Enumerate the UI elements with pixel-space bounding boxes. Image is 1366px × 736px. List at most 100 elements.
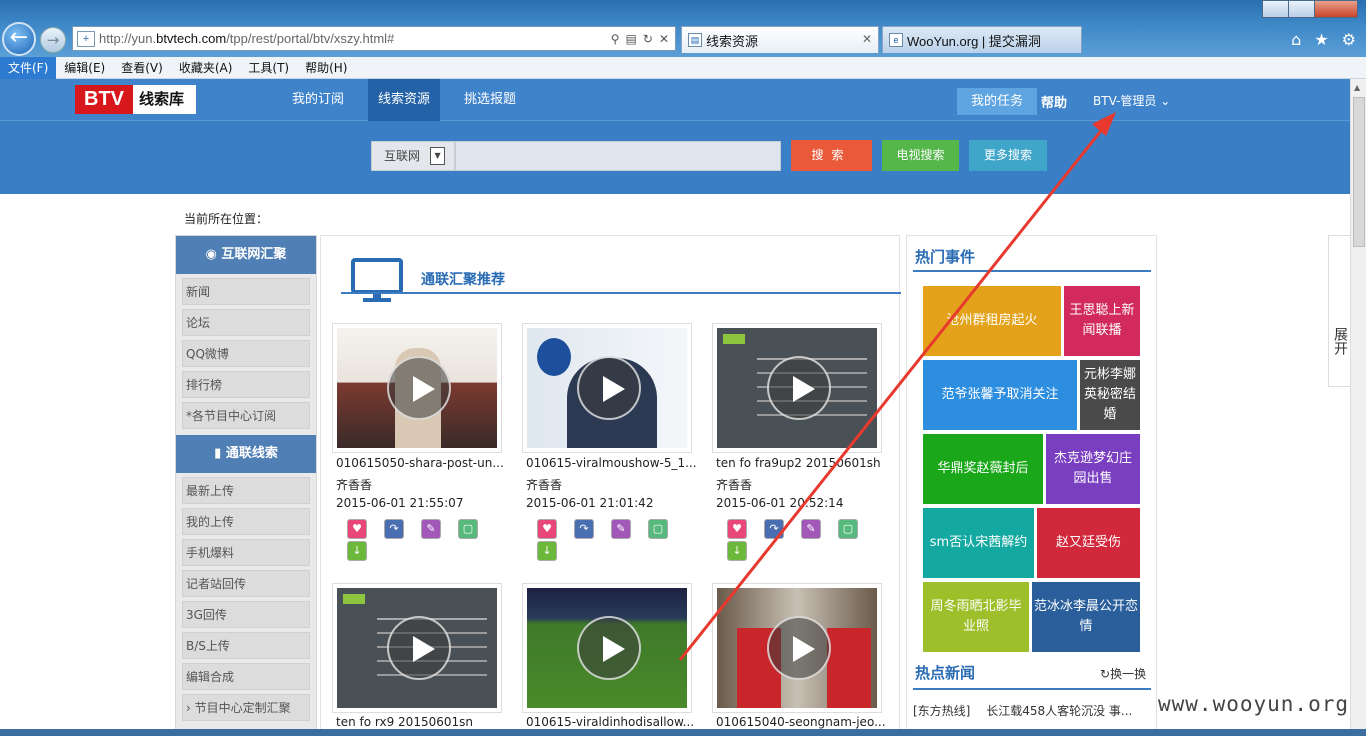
video-thumbnail[interactable]	[717, 588, 877, 708]
sidebar-item-program-subscription[interactable]: *各节目中心订阅	[182, 402, 310, 429]
chevron-down-icon[interactable]: ▼	[430, 146, 446, 165]
edit-icon[interactable]: ✎	[801, 519, 821, 539]
edit-icon[interactable]: ✎	[611, 519, 631, 539]
play-icon[interactable]	[767, 616, 831, 680]
minimize-button[interactable]	[1262, 0, 1289, 18]
download-icon[interactable]: ↓	[727, 541, 747, 561]
user-menu[interactable]: BTV-管理员 ⌄	[1093, 92, 1170, 109]
help-link[interactable]: 帮助	[1041, 92, 1067, 111]
logo[interactable]: BTV 线索库	[75, 85, 196, 114]
video-card[interactable]	[332, 583, 502, 713]
video-card[interactable]	[522, 323, 692, 453]
video-card[interactable]	[332, 323, 502, 453]
forward-button[interactable]: →	[40, 27, 66, 53]
video-thumbnail[interactable]	[527, 588, 687, 708]
stop-icon[interactable]: ✕	[659, 32, 669, 46]
hot-tile[interactable]: 范爷张馨予取消关注	[923, 360, 1077, 430]
sidebar-item-my-upload[interactable]: 我的上传	[182, 508, 310, 535]
sidebar-item-qq-weibo[interactable]: QQ微博	[182, 340, 310, 367]
tab-active[interactable]: ▤ 线索资源 ✕	[681, 26, 879, 53]
nav-my-subscription[interactable]: 我的订阅	[282, 79, 354, 121]
video-card[interactable]	[712, 583, 882, 713]
news-item[interactable]: [东方热线] 长江载458人客轮沉没 事...	[913, 702, 1132, 719]
video-thumbnail[interactable]	[337, 588, 497, 708]
copy-icon[interactable]: ▢	[838, 519, 858, 539]
sidebar-item-custom-aggregation[interactable]: › 节目中心定制汇聚	[182, 694, 310, 721]
menu-help[interactable]: 帮助(H)	[297, 57, 355, 79]
compat-icon[interactable]: ▤	[626, 32, 637, 46]
hot-tile[interactable]: 沧州群租房起火	[923, 286, 1061, 356]
video-card[interactable]	[712, 323, 882, 453]
play-icon[interactable]	[767, 356, 831, 420]
tab-wooyun[interactable]: e WooYun.org | 提交漏洞	[882, 26, 1082, 53]
my-task-button[interactable]: 我的任务	[957, 88, 1037, 115]
refresh-news-button[interactable]: ↻换一换	[1100, 665, 1146, 682]
sidebar-item-ranking[interactable]: 排行榜	[182, 371, 310, 398]
download-icon[interactable]: ↓	[537, 541, 557, 561]
video-title[interactable]: 010615-viralmoushow-5_1...	[526, 456, 701, 470]
copy-icon[interactable]: ▢	[458, 519, 478, 539]
video-title[interactable]: ten fo fra9up2 20150601sh	[716, 456, 891, 470]
menu-view[interactable]: 查看(V)	[113, 57, 171, 79]
favorite-icon[interactable]: ♥	[347, 519, 367, 539]
video-title[interactable]: 010615040-seongnam-jeo...	[716, 715, 891, 729]
video-thumbnail[interactable]	[337, 328, 497, 448]
search-input[interactable]	[455, 140, 781, 171]
menu-tools[interactable]: 工具(T)	[240, 57, 297, 79]
copy-icon[interactable]: ▢	[648, 519, 668, 539]
play-icon[interactable]	[577, 616, 641, 680]
hot-tile[interactable]: sm否认宋茜解约	[923, 508, 1034, 578]
hot-tile[interactable]: 赵又廷受伤	[1037, 508, 1140, 578]
nav-pick-topics[interactable]: 挑选报题	[454, 79, 526, 121]
play-icon[interactable]	[387, 616, 451, 680]
sidebar-item-news[interactable]: 新闻	[182, 278, 310, 305]
sidebar-item-bs-upload[interactable]: B/S上传	[182, 632, 310, 659]
share-icon[interactable]: ↷	[764, 519, 784, 539]
url-text[interactable]: http://yun.btvtech.com/tpp/rest/portal/b…	[99, 31, 611, 46]
menu-edit[interactable]: 编辑(E)	[56, 57, 113, 79]
sidebar-item-edit-compose[interactable]: 编辑合成	[182, 663, 310, 690]
video-title[interactable]: ten fo rx9 20150601sn	[336, 715, 511, 729]
download-icon[interactable]: ↓	[347, 541, 367, 561]
hot-tile[interactable]: 周冬雨晒北影毕业照	[923, 582, 1029, 652]
video-thumbnail[interactable]	[527, 328, 687, 448]
nav-clue-resources[interactable]: 线索资源	[368, 79, 441, 121]
hot-tile[interactable]: 元彬李娜英秘密结婚	[1080, 360, 1140, 430]
hot-tile[interactable]: 华鼎奖赵薇封后	[923, 434, 1043, 504]
gear-icon[interactable]: ⚙	[1342, 30, 1356, 49]
sidebar-item-forum[interactable]: 论坛	[182, 309, 310, 336]
tv-search-button[interactable]: 电视搜索	[882, 140, 959, 171]
menu-file[interactable]: 文件(F)	[0, 56, 57, 79]
hot-tile[interactable]: 范冰冰李晨公开恋情	[1032, 582, 1140, 652]
close-tab-icon[interactable]: ✕	[862, 32, 872, 46]
favorite-icon[interactable]: ♥	[537, 519, 557, 539]
search-button[interactable]: 搜索	[791, 140, 872, 171]
address-bar[interactable]: + http://yun.btvtech.com/tpp/rest/portal…	[72, 26, 676, 51]
scroll-up-icon[interactable]: ▲	[1354, 83, 1360, 92]
hot-tile[interactable]: 杰克逊梦幻庄园出售	[1046, 434, 1140, 504]
search-scope-select[interactable]: 互联网 ▼	[371, 140, 455, 171]
video-title[interactable]: 010615050-shara-post-un...	[336, 456, 511, 470]
share-icon[interactable]: ↷	[384, 519, 404, 539]
refresh-icon[interactable]: ↻	[643, 32, 653, 46]
favorite-icon[interactable]: ♥	[727, 519, 747, 539]
sidebar-item-latest-upload[interactable]: 最新上传	[182, 477, 310, 504]
sidebar-item-reporter-station[interactable]: 记者站回传	[182, 570, 310, 597]
back-button[interactable]: ←	[2, 22, 36, 56]
edit-icon[interactable]: ✎	[421, 519, 441, 539]
hot-tile[interactable]: 王思聪上新闻联播	[1064, 286, 1140, 356]
menu-favorites[interactable]: 收藏夹(A)	[171, 57, 241, 79]
scroll-thumb[interactable]	[1353, 97, 1365, 247]
search-icon[interactable]: ⚲	[611, 32, 620, 46]
video-thumbnail[interactable]	[717, 328, 877, 448]
play-icon[interactable]	[387, 356, 451, 420]
sidebar-section-internet[interactable]: ◉ 互联网汇聚	[176, 236, 316, 274]
close-window-button[interactable]	[1314, 0, 1358, 18]
home-icon[interactable]: ⌂	[1291, 30, 1301, 49]
favorites-star-icon[interactable]: ★	[1314, 30, 1328, 49]
sidebar-item-mobile-report[interactable]: 手机爆料	[182, 539, 310, 566]
share-icon[interactable]: ↷	[574, 519, 594, 539]
play-icon[interactable]	[577, 356, 641, 420]
video-card[interactable]	[522, 583, 692, 713]
sidebar-section-clues[interactable]: ▮ 通联线索	[176, 435, 316, 473]
